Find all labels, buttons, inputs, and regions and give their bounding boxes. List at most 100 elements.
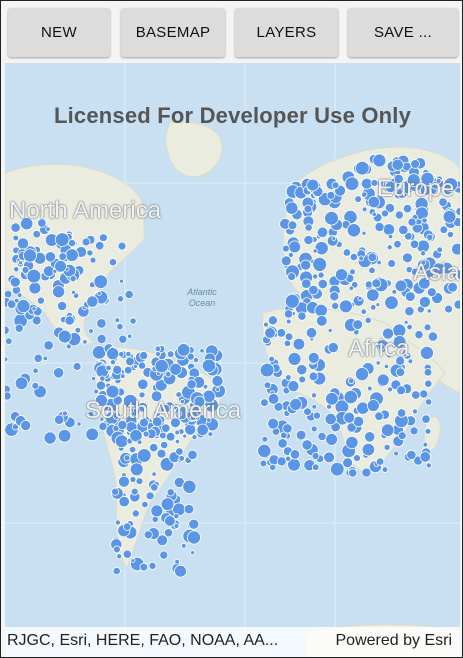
map-marker[interactable] xyxy=(54,260,67,273)
map-marker[interactable] xyxy=(150,504,164,518)
map-marker[interactable] xyxy=(411,390,421,400)
map-marker[interactable] xyxy=(99,375,106,382)
map-marker[interactable] xyxy=(280,255,292,267)
map-marker[interactable] xyxy=(311,463,320,472)
map-marker[interactable] xyxy=(404,306,415,317)
map-marker[interactable] xyxy=(120,373,126,379)
map-marker[interactable] xyxy=(257,443,272,458)
map-marker[interactable] xyxy=(64,315,75,326)
map-marker[interactable] xyxy=(451,242,461,256)
map-marker[interactable] xyxy=(327,327,333,333)
map-marker[interactable] xyxy=(402,203,413,214)
map-marker[interactable] xyxy=(111,487,120,496)
map-marker[interactable] xyxy=(348,468,358,478)
map-marker[interactable] xyxy=(303,204,313,214)
map-marker[interactable] xyxy=(418,295,431,308)
map-marker[interactable] xyxy=(91,376,97,382)
map-marker[interactable] xyxy=(86,249,94,257)
map-marker[interactable] xyxy=(150,483,159,492)
map-marker[interactable] xyxy=(352,319,364,330)
map-marker[interactable] xyxy=(348,285,354,291)
map-marker[interactable] xyxy=(131,509,140,518)
map-marker[interactable] xyxy=(148,442,159,453)
map-marker[interactable] xyxy=(281,244,290,253)
map-marker[interactable] xyxy=(396,408,407,418)
map-marker[interactable] xyxy=(160,497,175,511)
map-marker[interactable] xyxy=(395,367,406,378)
map-marker[interactable] xyxy=(295,429,307,441)
map-marker[interactable] xyxy=(353,454,361,463)
map-marker[interactable] xyxy=(424,427,432,435)
map-marker[interactable] xyxy=(154,358,169,374)
map-marker[interactable] xyxy=(125,356,135,367)
map-marker[interactable] xyxy=(361,191,368,198)
map-marker[interactable] xyxy=(419,451,432,463)
map-marker[interactable] xyxy=(426,308,432,314)
map-marker[interactable] xyxy=(143,530,153,540)
map-marker[interactable] xyxy=(181,543,187,549)
new-button[interactable]: NEW xyxy=(8,8,110,57)
map-marker[interactable] xyxy=(151,471,157,477)
map-marker[interactable] xyxy=(386,244,393,251)
map-marker[interactable] xyxy=(260,398,269,407)
map-marker[interactable] xyxy=(18,260,24,266)
map-marker[interactable] xyxy=(93,274,109,289)
map-marker[interactable] xyxy=(331,301,340,310)
map-marker[interactable] xyxy=(96,318,107,329)
attribution-text[interactable]: RJGC, Esri, HERE, FAO, NOAA, AA... xyxy=(7,632,278,650)
map-marker[interactable] xyxy=(118,475,131,488)
map-marker[interactable] xyxy=(276,328,287,338)
map-marker[interactable] xyxy=(130,487,139,496)
map-marker[interactable] xyxy=(52,285,66,299)
map-marker[interactable] xyxy=(175,447,184,456)
map-marker[interactable] xyxy=(9,276,21,288)
map-marker[interactable] xyxy=(196,423,209,437)
map-marker[interactable] xyxy=(304,223,313,232)
map-marker[interactable] xyxy=(112,364,123,375)
map-marker[interactable] xyxy=(118,495,130,508)
map-marker[interactable] xyxy=(32,367,39,374)
map-marker[interactable] xyxy=(68,239,77,248)
map-marker[interactable] xyxy=(72,362,82,371)
map-marker[interactable] xyxy=(129,317,137,325)
map-marker[interactable] xyxy=(128,445,137,454)
map-marker[interactable] xyxy=(419,345,434,360)
map-marker[interactable] xyxy=(317,271,325,279)
map-marker[interactable] xyxy=(106,347,120,361)
save-button[interactable]: SAVE ... xyxy=(348,8,458,57)
map-marker[interactable] xyxy=(114,434,129,449)
map-marker[interactable] xyxy=(317,431,327,441)
map-marker[interactable] xyxy=(364,431,376,443)
map-marker[interactable] xyxy=(16,292,23,299)
map-marker[interactable] xyxy=(174,564,187,578)
map-marker[interactable] xyxy=(5,325,10,335)
map-marker[interactable] xyxy=(52,367,65,379)
map-marker[interactable] xyxy=(163,528,174,538)
map-marker[interactable] xyxy=(289,449,301,460)
map-marker[interactable] xyxy=(382,223,396,236)
map-marker[interactable] xyxy=(160,440,169,450)
map-marker[interactable] xyxy=(364,316,372,324)
map-marker[interactable] xyxy=(310,392,317,399)
map-marker[interactable] xyxy=(381,466,389,473)
map-marker[interactable] xyxy=(42,355,48,362)
map-marker[interactable] xyxy=(26,268,42,284)
map-marker[interactable] xyxy=(54,232,70,247)
map-marker[interactable] xyxy=(96,333,107,344)
map-marker[interactable] xyxy=(186,530,201,545)
map-marker[interactable] xyxy=(287,220,298,231)
map-marker[interactable] xyxy=(426,287,437,298)
map-marker[interactable] xyxy=(324,210,339,226)
map-marker[interactable] xyxy=(263,381,272,390)
map-marker[interactable] xyxy=(211,374,224,387)
map-marker[interactable] xyxy=(141,500,149,509)
map-marker[interactable] xyxy=(159,431,167,440)
map-marker[interactable] xyxy=(361,230,367,236)
map-marker[interactable] xyxy=(5,337,13,345)
map-marker[interactable] xyxy=(303,234,314,246)
map-marker[interactable] xyxy=(327,341,339,354)
map-marker[interactable] xyxy=(374,221,385,232)
map-marker[interactable] xyxy=(20,419,32,431)
map-marker[interactable] xyxy=(117,351,125,358)
map-marker[interactable] xyxy=(325,432,339,446)
